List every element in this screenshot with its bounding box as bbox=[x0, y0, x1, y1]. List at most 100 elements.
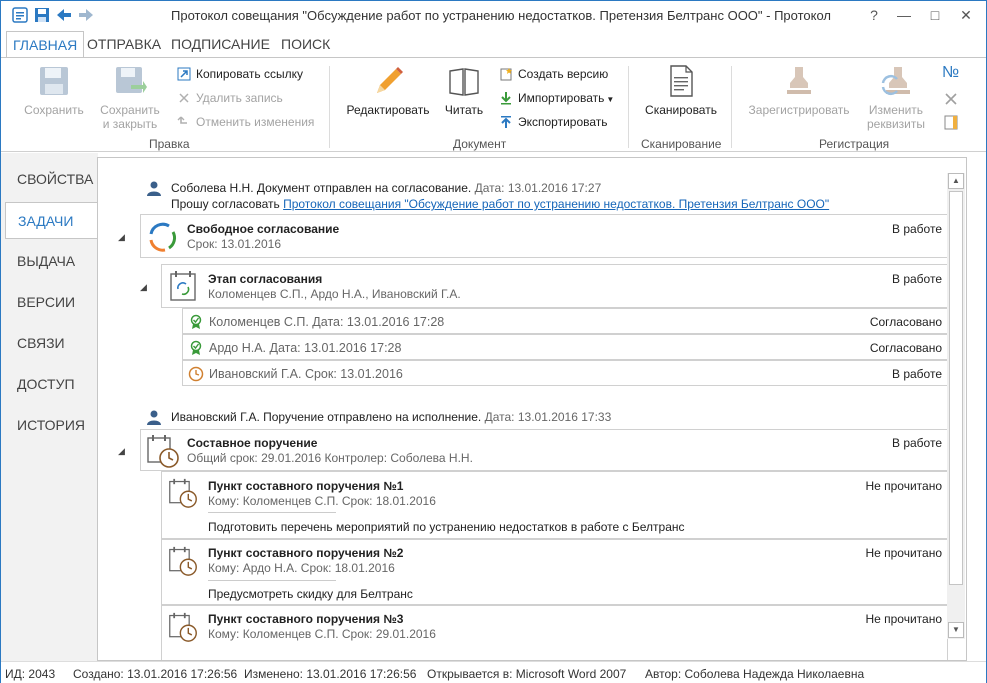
approval-text: Коломенцев С.П. Дата: 13.01.2016 17:28 bbox=[209, 315, 445, 329]
approval-row[interactable]: Ивановский Г.А. Срок: 13.01.2016 В работ… bbox=[182, 360, 948, 386]
order-item[interactable]: Пункт составного поручения №2 Кому: Ардо… bbox=[161, 539, 948, 605]
item-title: Пункт составного поручения №2 bbox=[208, 546, 404, 560]
scan-button[interactable]: Сканировать bbox=[641, 63, 721, 117]
item-title: Пункт составного поручения №1 bbox=[208, 479, 404, 493]
sidebar-item-access[interactable]: ДОСТУП bbox=[5, 366, 98, 403]
message-author: Соболева Н.Н. Документ отправлен на согл… bbox=[171, 181, 602, 195]
status-author: Автор: Соболева Надежда Николаевна bbox=[645, 667, 865, 681]
item-calendar-clock-icon bbox=[169, 612, 197, 642]
message-date: Дата: 13.01.2016 17:33 bbox=[484, 410, 612, 424]
task-deadline: Срок: 13.01.2016 bbox=[187, 237, 281, 251]
item-separator bbox=[208, 580, 336, 581]
edit-button[interactable]: Редактировать bbox=[343, 63, 433, 117]
approval-stage[interactable]: Этап согласования Коломенцев С.П., Ардо … bbox=[161, 264, 948, 308]
tab-send[interactable]: ОТПРАВКА bbox=[81, 31, 167, 57]
undo-changes-label: Отменить изменения bbox=[196, 115, 315, 129]
read-button[interactable]: Читать bbox=[439, 63, 489, 117]
tasks-panel: Соболева Н.Н. Документ отправлен на согл… bbox=[97, 157, 967, 661]
approval-row[interactable]: Коломенцев С.П. Дата: 13.01.2016 17:28 С… bbox=[182, 308, 948, 334]
scan-document-icon bbox=[670, 65, 693, 97]
vertical-scrollbar[interactable]: ▲ ▼ bbox=[947, 173, 965, 639]
item-recipient: Кому: Коломенцев С.П. Срок: 29.01.2016 bbox=[208, 627, 436, 641]
minimize-button[interactable]: — bbox=[889, 4, 919, 26]
sidebar-item-history[interactable]: ИСТОРИЯ bbox=[5, 407, 98, 444]
forward-arrow-icon[interactable] bbox=[77, 6, 95, 24]
item-separator bbox=[208, 512, 336, 513]
save-button[interactable]: Сохранить bbox=[19, 63, 89, 117]
card-icon[interactable] bbox=[943, 114, 959, 130]
book-icon bbox=[449, 68, 479, 96]
import-button[interactable]: Импортировать ▼ bbox=[499, 88, 614, 108]
status-id: ИД: 2043 bbox=[5, 667, 56, 681]
sidebar-item-versions[interactable]: ВЕРСИИ bbox=[5, 284, 98, 321]
stage-title: Этап согласования bbox=[208, 272, 323, 286]
group-registration-title: Регистрация bbox=[819, 137, 890, 151]
collapse-icon[interactable]: ◢ bbox=[118, 232, 125, 243]
scroll-down-button[interactable]: ▼ bbox=[948, 622, 964, 638]
change-requisites-label-1: Изменить bbox=[868, 103, 924, 117]
change-stamp-icon bbox=[881, 67, 910, 96]
collapse-icon[interactable]: ◢ bbox=[118, 446, 125, 457]
user-icon bbox=[147, 181, 161, 196]
order-item[interactable]: Пункт составного поручения №3 Кому: Коло… bbox=[161, 605, 948, 660]
save-close-icon bbox=[116, 67, 147, 93]
approval-text: Ивановский Г.А. Срок: 13.01.2016 bbox=[209, 367, 403, 381]
help-button[interactable]: ? bbox=[859, 4, 889, 26]
task-details: Общий срок: 29.01.2016 Контролер: Соболе… bbox=[187, 451, 473, 465]
item-status: Не прочитано bbox=[865, 546, 942, 560]
new-version-icon bbox=[500, 68, 512, 81]
approval-status: В работе bbox=[891, 367, 942, 381]
import-dropdown-icon[interactable]: ▼ bbox=[606, 95, 614, 104]
approval-text: Ардо Н.А. Дата: 13.01.2016 17:28 bbox=[209, 341, 402, 355]
sidebar-item-tasks[interactable]: ЗАДАЧИ bbox=[5, 202, 99, 239]
scroll-thumb[interactable] bbox=[949, 191, 963, 585]
tab-sign[interactable]: ПОДПИСАНИЕ bbox=[165, 31, 276, 57]
message-date: Дата: 13.01.2016 17:27 bbox=[474, 181, 602, 195]
quick-save-icon[interactable] bbox=[33, 6, 51, 24]
maximize-button[interactable]: □ bbox=[920, 4, 950, 26]
approval-status: Согласовано bbox=[869, 315, 942, 329]
clock-icon bbox=[188, 366, 204, 382]
sidebar-item-issue[interactable]: ВЫДАЧА bbox=[5, 243, 98, 280]
copy-link-button[interactable]: Копировать ссылку bbox=[177, 64, 303, 84]
register-button[interactable]: Зарегистрировать bbox=[745, 63, 853, 117]
order-item[interactable]: Пункт составного поручения №1 Кому: Коло… bbox=[161, 471, 948, 539]
change-requisites-button[interactable]: Изменить реквизиты bbox=[859, 63, 933, 131]
collapse-icon[interactable]: ◢ bbox=[140, 282, 147, 293]
create-version-label: Создать версию bbox=[518, 67, 609, 81]
remove-icon[interactable] bbox=[944, 92, 958, 106]
sidebar-item-links[interactable]: СВЯЗИ bbox=[5, 325, 98, 362]
approval-row[interactable]: Ардо Н.А. Дата: 13.01.2016 17:28 Согласо… bbox=[182, 334, 948, 360]
app-icon bbox=[12, 7, 28, 23]
task-free-approval[interactable]: Свободное согласование Срок: 13.01.2016 … bbox=[140, 214, 948, 258]
undo-changes-button[interactable]: Отменить изменения bbox=[177, 112, 314, 132]
status-modified: Изменено: 13.01.2016 17:26:56 bbox=[244, 667, 417, 681]
close-button[interactable]: ✕ bbox=[951, 4, 981, 26]
export-button[interactable]: Экспортировать bbox=[499, 112, 608, 132]
approval-cycle-icon bbox=[149, 222, 177, 252]
change-requisites-label-2: реквизиты bbox=[866, 117, 925, 131]
export-icon bbox=[501, 116, 511, 128]
tab-main[interactable]: ГЛАВНАЯ bbox=[6, 31, 85, 58]
item-calendar-clock-icon bbox=[169, 478, 197, 508]
task-status: В работе bbox=[891, 222, 942, 236]
back-arrow-icon[interactable] bbox=[55, 6, 73, 24]
import-icon bbox=[501, 92, 511, 105]
create-version-button[interactable]: Создать версию bbox=[499, 64, 608, 84]
task-composite-order[interactable]: Составное поручение Общий срок: 29.01.20… bbox=[140, 429, 948, 471]
document-link[interactable]: Протокол совещания "Обсуждение работ по … bbox=[283, 197, 829, 211]
pencil-icon bbox=[377, 67, 403, 93]
save-close-button[interactable]: Сохранить и закрыть bbox=[95, 63, 165, 131]
delete-record-button[interactable]: Удалить запись bbox=[177, 88, 283, 108]
item-title: Пункт составного поручения №3 bbox=[208, 612, 404, 626]
scroll-up-button[interactable]: ▲ bbox=[948, 173, 964, 189]
tab-search[interactable]: ПОИСК bbox=[275, 31, 336, 57]
stamp-icon bbox=[787, 67, 811, 94]
delete-record-label: Удалить запись bbox=[196, 91, 283, 105]
edit-label: Редактировать bbox=[346, 103, 430, 117]
number-button[interactable]: № bbox=[942, 64, 959, 82]
sidebar-item-properties[interactable]: СВОЙСТВА bbox=[5, 161, 98, 198]
item-calendar-clock-icon bbox=[169, 546, 197, 576]
scan-label: Сканировать bbox=[645, 103, 717, 117]
approval-status: Согласовано bbox=[869, 341, 942, 355]
